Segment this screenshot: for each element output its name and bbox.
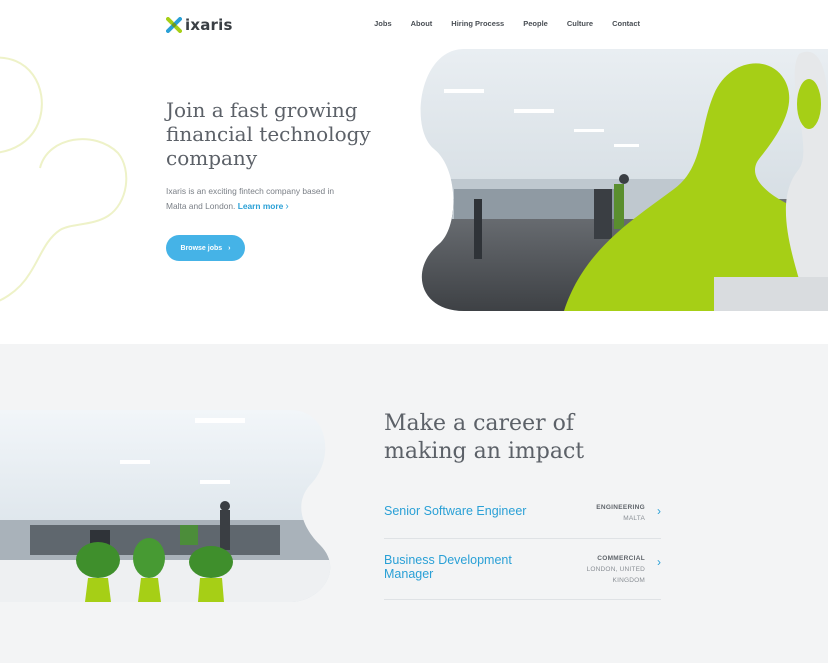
job-location: LONDON, UNITED KINGDOM: [586, 566, 645, 584]
hero-description: Ixaris is an exciting fintech company ba…: [166, 184, 356, 214]
chevron-right-icon[interactable]: ›: [657, 504, 661, 518]
ixaris-logo-icon: [166, 17, 182, 33]
learn-more-link[interactable]: Learn more: [238, 201, 284, 211]
chevron-right-icon[interactable]: ›: [657, 555, 661, 569]
careers-title: Make a career of making an impact: [384, 411, 585, 464]
hero-title: Join a fast growing financial technology…: [166, 98, 371, 170]
nav-about[interactable]: About: [411, 19, 433, 28]
chevron-right-icon: ›: [228, 244, 231, 252]
logo-text: ixaris: [185, 16, 233, 34]
top-navigation: ixaris Jobs About Hiring Process People …: [0, 0, 828, 48]
browse-jobs-button[interactable]: Browse jobs ›: [166, 235, 245, 261]
decorative-blob-outline: [0, 56, 128, 302]
nav-people[interactable]: People: [523, 19, 548, 28]
nav-jobs[interactable]: Jobs: [374, 19, 392, 28]
logo[interactable]: ixaris: [166, 16, 233, 34]
job-title[interactable]: Business Development Manager: [384, 539, 534, 581]
browse-jobs-label: Browse jobs: [180, 244, 223, 252]
job-row[interactable]: Business Development Manager COMMERCIAL …: [384, 539, 661, 600]
job-title[interactable]: Senior Software Engineer: [384, 487, 661, 518]
nav-culture[interactable]: Culture: [567, 19, 593, 28]
nav-links: Jobs About Hiring Process People Culture…: [374, 19, 640, 28]
office-interior-image: [0, 410, 331, 602]
job-department: COMMERCIAL: [597, 555, 645, 562]
job-row[interactable]: Senior Software Engineer ENGINEERING MAL…: [384, 487, 661, 539]
job-location: MALTA: [623, 515, 645, 522]
hero-office-image: [420, 49, 828, 311]
chevron-right-icon: ›: [285, 201, 289, 212]
job-list: Senior Software Engineer ENGINEERING MAL…: [384, 487, 661, 600]
nav-hiring-process[interactable]: Hiring Process: [451, 19, 504, 28]
nav-contact[interactable]: Contact: [612, 19, 640, 28]
job-department: ENGINEERING: [596, 504, 645, 511]
